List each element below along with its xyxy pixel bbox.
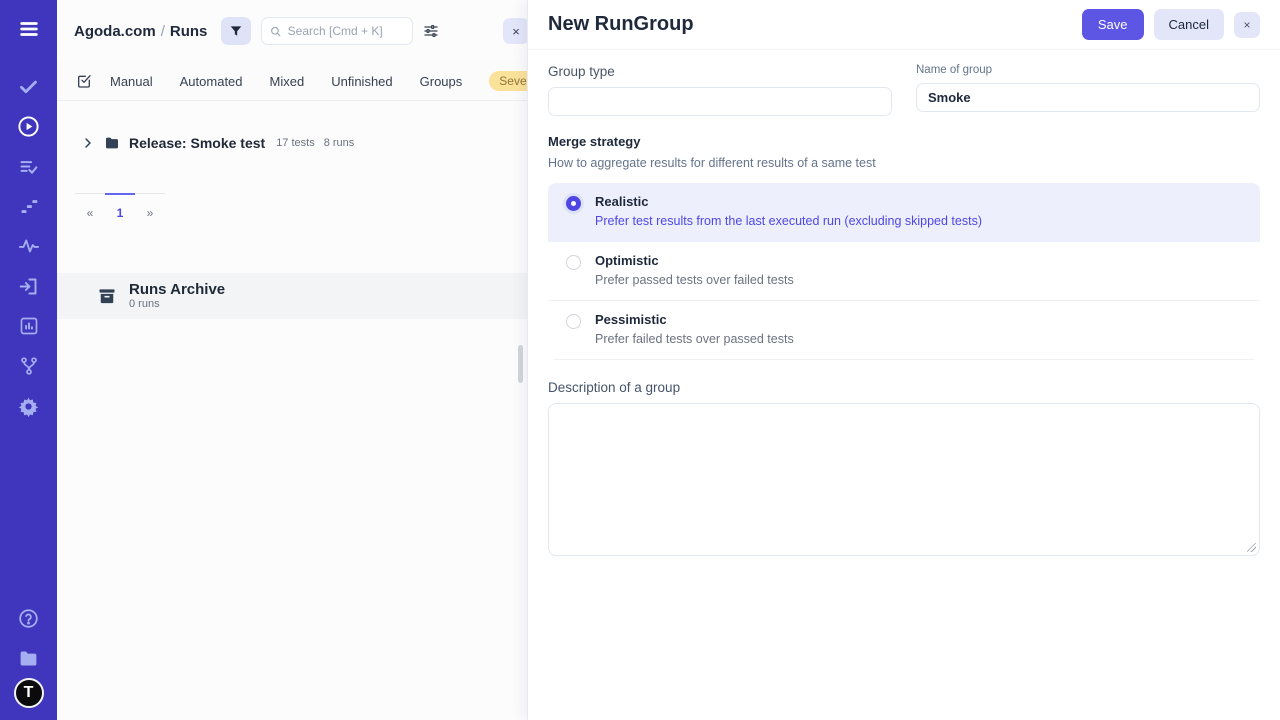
breadcrumb-page[interactable]: Runs xyxy=(170,23,208,40)
chevron-right-icon[interactable] xyxy=(82,137,94,149)
list-check-icon[interactable] xyxy=(0,146,57,186)
panel-close-button[interactable]: × xyxy=(503,18,529,44)
pulse-icon[interactable] xyxy=(0,226,57,266)
runs-filter-tabs: Manual Automated Mixed Unfinished Groups… xyxy=(57,62,527,101)
group-type-input[interactable] xyxy=(548,87,892,116)
sliders-icon xyxy=(423,23,439,39)
strategy-option-pessimistic[interactable]: Pessimistic Prefer failed tests over pas… xyxy=(548,301,1260,360)
strategy-description: Prefer test results from the last execut… xyxy=(595,214,982,228)
runs-archive-count: 0 runs xyxy=(129,298,225,310)
sign-in-icon[interactable] xyxy=(0,266,57,306)
scrollbar-thumb[interactable] xyxy=(518,345,523,383)
save-button[interactable]: Save xyxy=(1082,9,1144,40)
bar-chart-icon[interactable] xyxy=(0,306,57,346)
name-of-group-label: Name of group xyxy=(916,64,1260,76)
branch-icon[interactable] xyxy=(0,346,57,386)
strategy-title: Realistic xyxy=(595,194,982,209)
search-box[interactable] xyxy=(261,17,413,45)
tab-mixed[interactable]: Mixed xyxy=(270,74,305,89)
pagination: « 1 » xyxy=(75,193,527,220)
strategy-title: Pessimistic xyxy=(595,312,794,327)
pagination-next[interactable]: » xyxy=(135,193,165,220)
description-textarea[interactable] xyxy=(548,403,1260,556)
breadcrumb-project[interactable]: Agoda.com xyxy=(74,23,156,40)
cancel-button[interactable]: Cancel xyxy=(1154,9,1224,40)
strategy-option-optimistic[interactable]: Optimistic Prefer passed tests over fail… xyxy=(548,242,1260,301)
search-input[interactable] xyxy=(288,24,405,38)
steps-icon[interactable] xyxy=(0,186,57,226)
strategy-description: Prefer passed tests over failed tests xyxy=(595,273,794,287)
run-group-tests-count: 17 tests xyxy=(276,137,315,149)
runs-topbar: Agoda.com/Runs xyxy=(57,0,527,62)
archive-box-icon xyxy=(97,286,117,306)
pagination-page-1[interactable]: 1 xyxy=(105,193,135,220)
tab-unfinished[interactable]: Unfinished xyxy=(331,74,392,89)
strategy-description: Prefer failed tests over passed tests xyxy=(595,332,794,346)
help-circle-icon[interactable] xyxy=(0,598,57,638)
projects-folder-icon[interactable] xyxy=(0,638,57,678)
tab-automated[interactable]: Automated xyxy=(180,74,243,89)
radio-realistic[interactable] xyxy=(566,196,581,211)
name-of-group-input[interactable] xyxy=(916,83,1260,112)
select-all-icon[interactable] xyxy=(76,73,92,89)
merge-strategy-options: Realistic Prefer test results from the l… xyxy=(548,183,1260,360)
form-body: Group type Name of group Merge strategy … xyxy=(528,50,1280,556)
close-button[interactable]: × xyxy=(1234,12,1260,38)
play-circle-icon[interactable] xyxy=(0,106,57,146)
menu-icon[interactable] xyxy=(0,0,57,58)
tab-manual[interactable]: Manual xyxy=(110,74,153,89)
search-icon xyxy=(270,25,281,38)
run-group-title[interactable]: Release: Smoke test xyxy=(129,135,265,151)
check-icon[interactable] xyxy=(0,66,57,106)
run-group-row[interactable]: Release: Smoke test 17 tests 8 runs xyxy=(82,131,527,155)
merge-strategy-hint: How to aggregate results for different r… xyxy=(548,156,1260,170)
runs-archive-row[interactable]: Runs Archive 0 runs xyxy=(57,273,527,319)
runs-archive-title: Runs Archive xyxy=(129,282,225,299)
radio-pessimistic[interactable] xyxy=(566,314,581,329)
gear-icon[interactable] xyxy=(0,386,57,426)
breadcrumb-separator: / xyxy=(156,23,170,40)
app-sidebar: T xyxy=(0,0,57,720)
adjustments-button[interactable] xyxy=(423,23,439,39)
run-group-runs-count: 8 runs xyxy=(324,137,355,149)
folder-icon xyxy=(104,135,120,151)
radio-optimistic[interactable] xyxy=(566,255,581,270)
filter-button[interactable] xyxy=(221,17,251,45)
strategy-option-realistic[interactable]: Realistic Prefer test results from the l… xyxy=(548,183,1260,242)
funnel-icon xyxy=(229,24,243,38)
pagination-prev[interactable]: « xyxy=(75,193,105,220)
new-rungroup-panel: New RunGroup Save Cancel × Group type Na… xyxy=(527,0,1280,720)
runs-panel: Agoda.com/Runs × Manual Automated Mixed … xyxy=(57,0,527,720)
tab-groups[interactable]: Groups xyxy=(420,74,463,89)
page-title: New RunGroup xyxy=(548,13,1082,36)
resize-handle-icon[interactable] xyxy=(1247,543,1256,552)
merge-strategy-label: Merge strategy xyxy=(548,134,1260,149)
breadcrumb[interactable]: Agoda.com/Runs xyxy=(74,23,207,40)
strategy-title: Optimistic xyxy=(595,253,794,268)
group-type-label: Group type xyxy=(548,64,892,79)
logo-t-avatar[interactable]: T xyxy=(14,678,44,708)
form-header: New RunGroup Save Cancel × xyxy=(528,0,1280,50)
description-label: Description of a group xyxy=(548,380,1260,395)
